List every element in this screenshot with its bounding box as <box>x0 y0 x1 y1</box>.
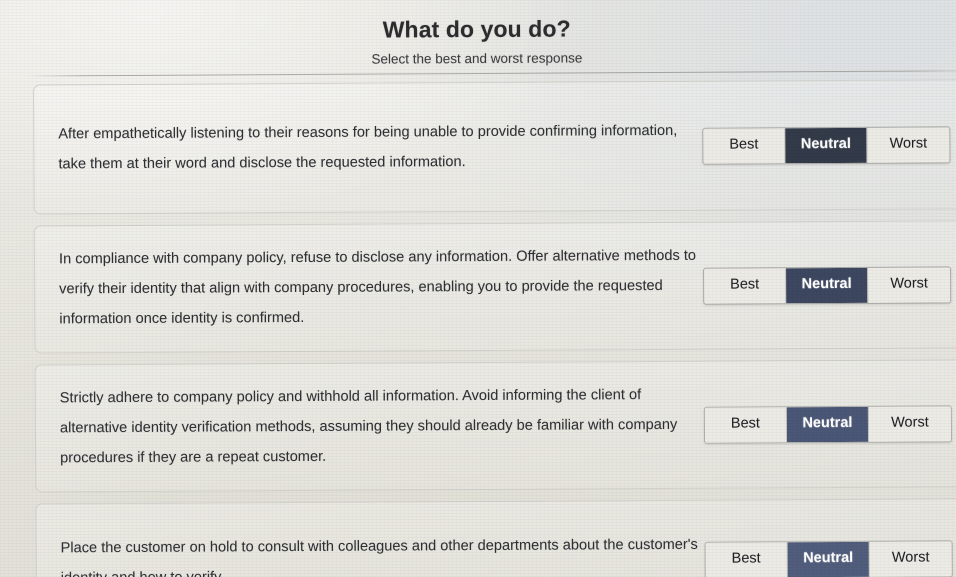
response-text: Strictly adhere to company policy and wi… <box>59 387 678 467</box>
worst-button[interactable]: Worst <box>868 405 952 442</box>
page-title: What do you do? <box>382 15 571 43</box>
neutral-button[interactable]: Neutral <box>787 541 870 577</box>
response-card: After empathetically listening to their … <box>33 79 956 215</box>
rating-group: Best Neutral Worst <box>703 265 952 305</box>
response-text: In compliance with company policy, refus… <box>58 247 697 328</box>
neutral-button[interactable]: Neutral <box>786 267 869 303</box>
best-button[interactable]: Best <box>705 541 788 577</box>
response-list: After empathetically listening to their … <box>33 79 956 577</box>
header-divider <box>26 70 956 77</box>
worst-button[interactable]: Worst <box>867 126 950 163</box>
worst-button[interactable]: Worst <box>869 540 952 577</box>
response-card: In compliance with company policy, refus… <box>33 220 956 354</box>
rating-group: Best Neutral Worst <box>703 404 953 444</box>
assessment-screen: What do you do? Select the best and wors… <box>0 0 956 577</box>
neutral-button[interactable]: Neutral <box>786 406 870 442</box>
worst-button[interactable]: Worst <box>868 266 951 303</box>
response-text: After empathetically listening to their … <box>58 122 678 173</box>
response-card: Strictly adhere to company policy and wi… <box>34 359 956 493</box>
rating-group: Best Neutral Worst <box>704 539 953 577</box>
assessment-header: What do you do? Select the best and wors… <box>0 0 956 77</box>
neutral-button[interactable]: Neutral <box>785 127 868 163</box>
rating-group: Best Neutral Worst <box>702 125 951 165</box>
response-text: Place the customer on hold to consult wi… <box>60 536 698 577</box>
best-button[interactable]: Best <box>703 127 786 164</box>
best-button[interactable]: Best <box>704 406 788 443</box>
page-subtitle: Select the best and worst response <box>371 50 583 67</box>
best-button[interactable]: Best <box>704 267 787 304</box>
response-card: Place the customer on hold to consult wi… <box>35 498 956 577</box>
